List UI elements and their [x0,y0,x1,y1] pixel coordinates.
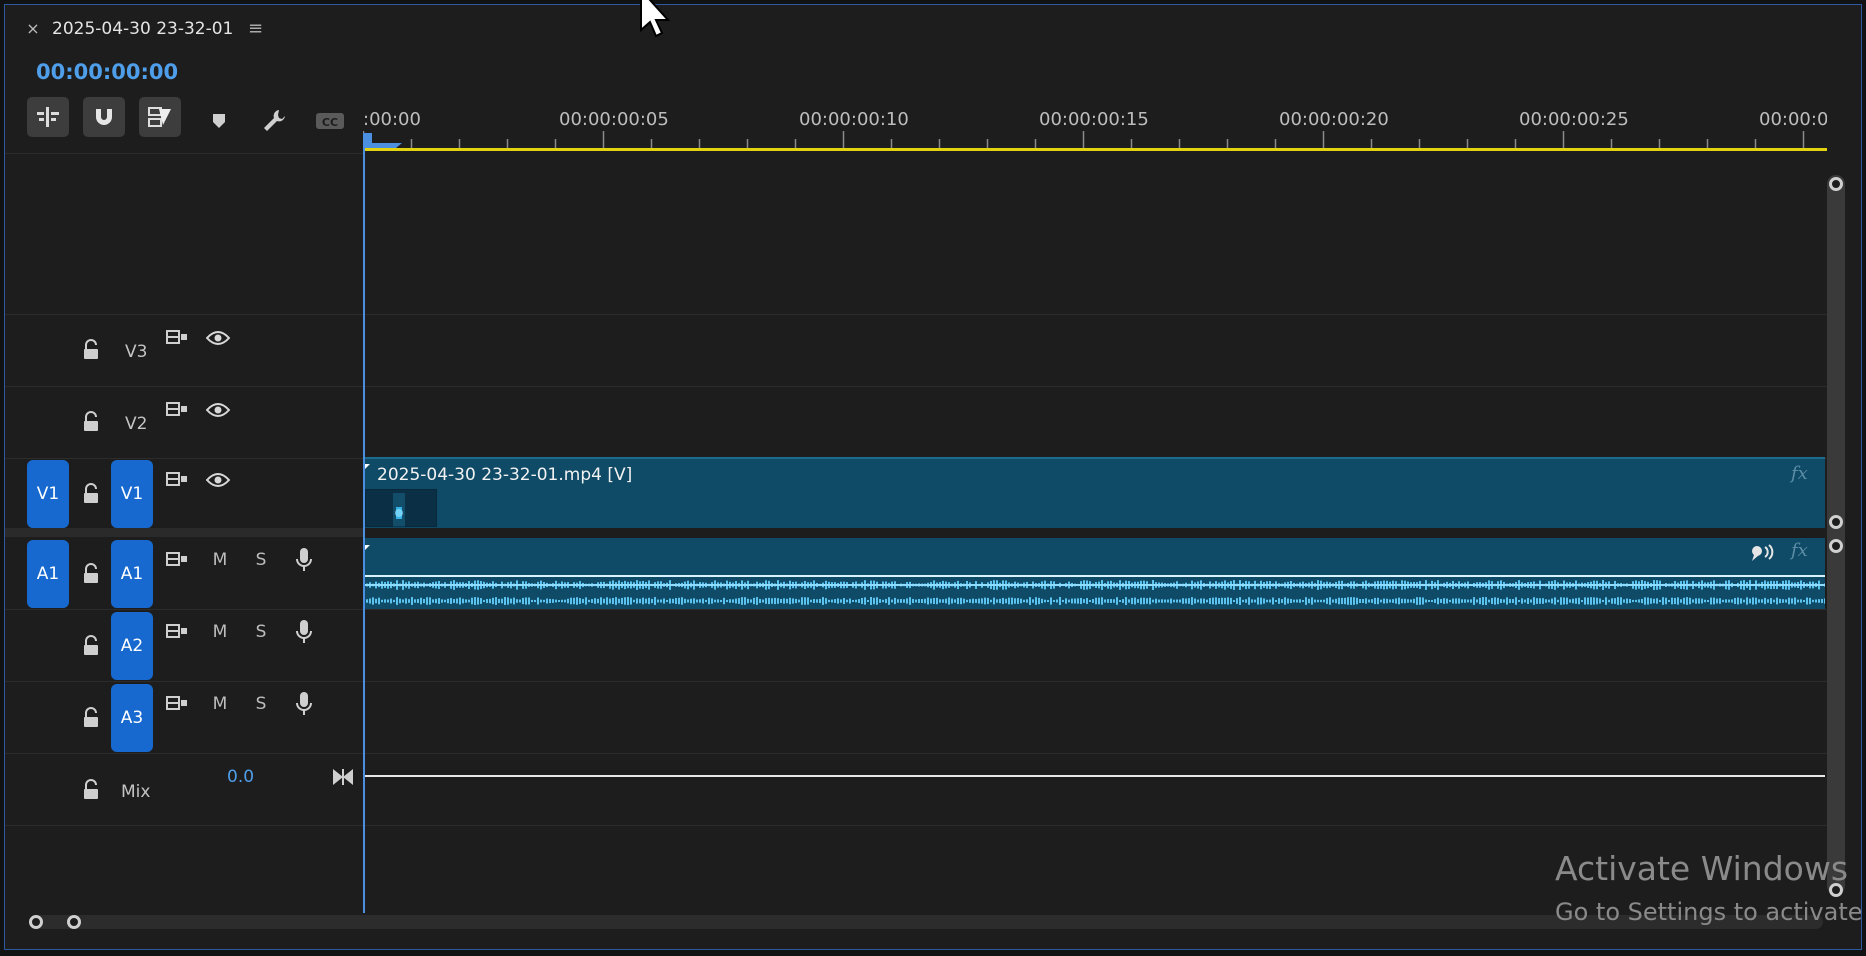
microphone-icon[interactable] [291,691,317,717]
close-tab-button[interactable]: × [23,19,43,39]
zoom-handle-left[interactable] [29,915,43,929]
closed-captions-icon[interactable]: CC [313,104,347,138]
mute-button[interactable]: M [209,694,231,714]
speaker-voice-icon [1750,543,1776,569]
pan-balance-icon[interactable] [332,768,354,790]
scroll-handle[interactable] [1829,515,1843,529]
source-patch-a1[interactable]: A1 [27,540,69,608]
mix-volume-line[interactable] [365,775,1825,777]
linked-selection-icon[interactable] [139,97,181,137]
ripple-edit-icon[interactable] [27,97,69,137]
sync-lock-icon[interactable] [164,547,190,573]
panel-menu-icon[interactable]: ≡ [248,19,263,39]
divider [5,153,363,154]
lock-icon[interactable] [81,339,101,365]
mix-volume-value[interactable]: 0.0 [227,767,254,787]
playhead-line[interactable] [363,135,365,913]
eye-icon[interactable] [205,467,231,493]
zoom-handle-right[interactable] [67,915,81,929]
solo-button[interactable]: S [250,550,272,570]
video-thumbnail [364,488,438,528]
lock-icon[interactable] [81,635,101,661]
sync-lock-icon[interactable] [164,325,190,351]
video-audio-divider[interactable] [5,528,363,537]
divider [5,609,1827,610]
video-clip-name: 2025-04-30 23-32-01.mp4 [V] [377,465,633,485]
timeline-panel: × 2025-04-30 23-32-01 ≡ 00:00:00:00 CC :… [4,4,1862,950]
eye-icon[interactable] [205,325,231,351]
time-ruler[interactable]: :00:00 00:00:00:05 00:00:00:10 00:00:00:… [363,101,1827,151]
solo-button[interactable]: S [250,622,272,642]
snap-magnet-icon[interactable] [83,97,125,137]
vertical-scrollbar[interactable] [1827,175,1845,895]
microphone-icon[interactable] [291,547,317,573]
lock-icon[interactable] [81,411,101,437]
source-patch-v1[interactable]: V1 [27,460,69,528]
track-label-v3: V3 [125,342,148,362]
sync-lock-icon[interactable] [164,619,190,645]
ruler-label: 00:00:00:05 [559,109,669,130]
lock-icon[interactable] [81,563,101,589]
ruler-label: 00:00:00:10 [799,109,909,130]
mix-track-label: Mix [121,782,151,802]
sequence-tab-title[interactable]: 2025-04-30 23-32-01 [52,19,233,39]
track-target-v1[interactable]: V1 [111,460,153,528]
work-area-bar[interactable] [363,148,1827,151]
audio-waveform [363,580,1825,605]
activate-windows-subtitle: Go to Settings to activate Windows. [1555,898,1862,926]
sync-lock-icon[interactable] [164,397,190,423]
solo-button[interactable]: S [250,694,272,714]
ruler-label: 00:00:00:25 [1519,109,1629,130]
mute-button[interactable]: M [209,622,231,642]
track-target-a2[interactable]: A2 [111,612,153,680]
svg-text:CC: CC [322,116,338,129]
add-marker-icon[interactable] [202,104,236,138]
divider [5,314,1827,315]
divider [5,386,1827,387]
mouse-cursor-icon [638,0,674,52]
activate-windows-title: Activate Windows [1555,849,1849,888]
eye-icon[interactable] [205,397,231,423]
ruler-label: 00:00:00:00 [1759,109,1827,130]
scroll-handle[interactable] [1829,539,1843,553]
fx-badge: fx [1791,463,1808,484]
fx-badge: fx [1791,540,1808,561]
sync-lock-icon[interactable] [164,691,190,717]
wrench-settings-icon[interactable] [257,104,291,138]
track-target-a1[interactable]: A1 [111,540,153,608]
lock-icon[interactable] [81,707,101,733]
divider [5,681,1827,682]
divider [5,825,1827,826]
lock-icon[interactable] [81,483,101,509]
video-clip[interactable]: 2025-04-30 23-32-01.mp4 [V] fx [363,457,1825,528]
lock-icon[interactable] [81,779,101,805]
track-label-v2: V2 [125,414,148,434]
mute-button[interactable]: M [209,550,231,570]
sync-lock-icon[interactable] [164,467,190,493]
ruler-label: 00:00:00:20 [1279,109,1389,130]
scroll-handle[interactable] [1829,177,1843,191]
microphone-icon[interactable] [291,619,317,645]
track-target-a3[interactable]: A3 [111,684,153,752]
playhead-handle[interactable] [363,133,403,151]
ruler-label: :00:00 [363,109,421,130]
ruler-label: 00:00:00:15 [1039,109,1149,130]
playhead-timecode[interactable]: 00:00:00:00 [36,59,178,85]
audio-clip[interactable]: fx [363,538,1825,609]
divider [5,753,1827,754]
